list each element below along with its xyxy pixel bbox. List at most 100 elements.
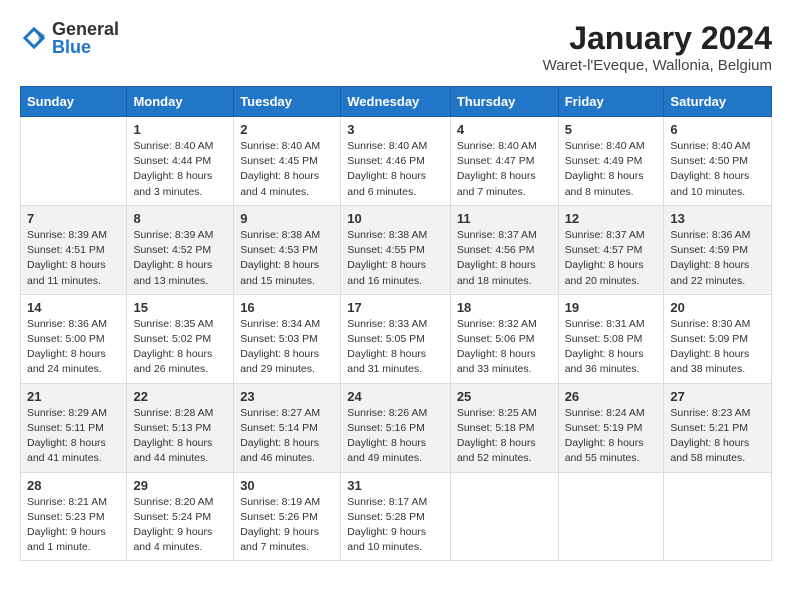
day-info: Sunrise: 8:40 AMSunset: 4:49 PMDaylight:… [565,139,658,200]
calendar-cell: 25 Sunrise: 8:25 AMSunset: 5:18 PMDayligh… [450,383,558,472]
location-text: Waret-l'Eveque, Wallonia, Belgium [543,57,772,74]
day-info: Sunrise: 8:33 AMSunset: 5:05 PMDaylight:… [347,317,444,378]
calendar-cell: 20 Sunrise: 8:30 AMSunset: 5:09 PMDayligh… [664,294,772,383]
weekday-header-wednesday: Wednesday [341,87,451,117]
day-info: Sunrise: 8:30 AMSunset: 5:09 PMDaylight:… [670,317,765,378]
day-info: Sunrise: 8:32 AMSunset: 5:06 PMDaylight:… [457,317,552,378]
day-number: 23 [240,389,334,404]
day-number: 13 [670,211,765,226]
weekday-header-thursday: Thursday [450,87,558,117]
day-info: Sunrise: 8:23 AMSunset: 5:21 PMDaylight:… [670,406,765,467]
page-header: General Blue January 2024 Waret-l'Eveque… [20,20,772,74]
day-number: 28 [27,478,120,493]
calendar-cell [450,472,558,561]
day-number: 7 [27,211,120,226]
day-info: Sunrise: 8:25 AMSunset: 5:18 PMDaylight:… [457,406,552,467]
calendar-cell: 2 Sunrise: 8:40 AMSunset: 4:45 PMDaylight… [234,117,341,206]
day-info: Sunrise: 8:38 AMSunset: 4:53 PMDaylight:… [240,228,334,289]
calendar-cell: 13 Sunrise: 8:36 AMSunset: 4:59 PMDayligh… [664,205,772,294]
calendar-cell: 22 Sunrise: 8:28 AMSunset: 5:13 PMDayligh… [127,383,234,472]
calendar-cell [664,472,772,561]
day-number: 14 [27,300,120,315]
calendar-cell: 23 Sunrise: 8:27 AMSunset: 5:14 PMDayligh… [234,383,341,472]
day-number: 31 [347,478,444,493]
calendar-cell: 16 Sunrise: 8:34 AMSunset: 5:03 PMDayligh… [234,294,341,383]
month-title: January 2024 [543,20,772,57]
calendar-body: 1Sunrise: 8:40 AMSunset: 4:44 PMDaylight… [21,117,772,561]
calendar-cell: 28 Sunrise: 8:21 AMSunset: 5:23 PMDayligh… [21,472,127,561]
calendar-cell: 4Sunrise: 8:40 AMSunset: 4:47 PMDaylight… [450,117,558,206]
day-info: Sunrise: 8:17 AMSunset: 5:28 PMDaylight:… [347,495,444,556]
day-info: Sunrise: 8:39 AMSunset: 4:52 PMDaylight:… [133,228,227,289]
day-info: Sunrise: 8:39 AMSunset: 4:51 PMDaylight:… [27,228,120,289]
day-number: 5 [565,122,658,137]
calendar-cell: 8 Sunrise: 8:39 AMSunset: 4:52 PMDaylight… [127,205,234,294]
weekday-header-sunday: Sunday [21,87,127,117]
calendar-cell: 26 Sunrise: 8:24 AMSunset: 5:19 PMDayligh… [558,383,664,472]
day-info: Sunrise: 8:35 AMSunset: 5:02 PMDaylight:… [133,317,227,378]
day-number: 6 [670,122,765,137]
calendar-cell: 30 Sunrise: 8:19 AMSunset: 5:26 PMDayligh… [234,472,341,561]
day-info: Sunrise: 8:19 AMSunset: 5:26 PMDaylight:… [240,495,334,556]
day-number: 25 [457,389,552,404]
calendar-cell: 24 Sunrise: 8:26 AMSunset: 5:16 PMDayligh… [341,383,451,472]
calendar-cell: 29 Sunrise: 8:20 AMSunset: 5:24 PMDayligh… [127,472,234,561]
day-number: 11 [457,211,552,226]
calendar-cell: 7 Sunrise: 8:39 AMSunset: 4:51 PMDaylight… [21,205,127,294]
day-number: 29 [133,478,227,493]
day-number: 19 [565,300,658,315]
day-info: Sunrise: 8:34 AMSunset: 5:03 PMDaylight:… [240,317,334,378]
calendar-cell: 9 Sunrise: 8:38 AMSunset: 4:53 PMDaylight… [234,205,341,294]
day-info: Sunrise: 8:20 AMSunset: 5:24 PMDaylight:… [133,495,227,556]
day-info: Sunrise: 8:40 AMSunset: 4:46 PMDaylight:… [347,139,444,200]
logo-icon [20,24,48,52]
day-info: Sunrise: 8:40 AMSunset: 4:45 PMDaylight:… [240,139,334,200]
calendar-week-2: 7 Sunrise: 8:39 AMSunset: 4:51 PMDaylight… [21,205,772,294]
title-block: January 2024 Waret-l'Eveque, Wallonia, B… [543,20,772,74]
day-number: 26 [565,389,658,404]
day-number: 3 [347,122,444,137]
calendar-cell: 15 Sunrise: 8:35 AMSunset: 5:02 PMDayligh… [127,294,234,383]
calendar-week-5: 28 Sunrise: 8:21 AMSunset: 5:23 PMDayligh… [21,472,772,561]
calendar-week-3: 14 Sunrise: 8:36 AMSunset: 5:00 PMDayligh… [21,294,772,383]
calendar-cell: 11Sunrise: 8:37 AMSunset: 4:56 PMDayligh… [450,205,558,294]
weekday-header-tuesday: Tuesday [234,87,341,117]
weekday-header-monday: Monday [127,87,234,117]
day-number: 24 [347,389,444,404]
calendar-cell: 19 Sunrise: 8:31 AMSunset: 5:08 PMDayligh… [558,294,664,383]
calendar-cell: 5 Sunrise: 8:40 AMSunset: 4:49 PMDaylight… [558,117,664,206]
logo-general-text: General [52,20,119,38]
weekday-header-row: SundayMondayTuesdayWednesdayThursdayFrid… [21,87,772,117]
calendar-cell [558,472,664,561]
day-info: Sunrise: 8:28 AMSunset: 5:13 PMDaylight:… [133,406,227,467]
day-info: Sunrise: 8:31 AMSunset: 5:08 PMDaylight:… [565,317,658,378]
day-info: Sunrise: 8:29 AMSunset: 5:11 PMDaylight:… [27,406,120,467]
day-number: 16 [240,300,334,315]
calendar-cell: 10Sunrise: 8:38 AMSunset: 4:55 PMDayligh… [341,205,451,294]
day-number: 9 [240,211,334,226]
day-number: 30 [240,478,334,493]
day-info: Sunrise: 8:26 AMSunset: 5:16 PMDaylight:… [347,406,444,467]
calendar-cell: 31 Sunrise: 8:17 AMSunset: 5:28 PMDayligh… [341,472,451,561]
day-number: 12 [565,211,658,226]
logo-text: General Blue [52,20,119,56]
day-info: Sunrise: 8:27 AMSunset: 5:14 PMDaylight:… [240,406,334,467]
day-info: Sunrise: 8:21 AMSunset: 5:23 PMDaylight:… [27,495,120,556]
calendar-cell: 27Sunrise: 8:23 AMSunset: 5:21 PMDayligh… [664,383,772,472]
day-number: 2 [240,122,334,137]
day-number: 20 [670,300,765,315]
day-info: Sunrise: 8:24 AMSunset: 5:19 PMDaylight:… [565,406,658,467]
day-info: Sunrise: 8:36 AMSunset: 4:59 PMDaylight:… [670,228,765,289]
day-number: 15 [133,300,227,315]
calendar-cell: 1Sunrise: 8:40 AMSunset: 4:44 PMDaylight… [127,117,234,206]
day-number: 22 [133,389,227,404]
calendar-header: SundayMondayTuesdayWednesdayThursdayFrid… [21,87,772,117]
day-info: Sunrise: 8:38 AMSunset: 4:55 PMDaylight:… [347,228,444,289]
logo-blue-text: Blue [52,38,119,56]
day-number: 8 [133,211,227,226]
day-info: Sunrise: 8:36 AMSunset: 5:00 PMDaylight:… [27,317,120,378]
calendar-cell: 21Sunrise: 8:29 AMSunset: 5:11 PMDayligh… [21,383,127,472]
day-number: 1 [133,122,227,137]
calendar-cell: 12Sunrise: 8:37 AMSunset: 4:57 PMDayligh… [558,205,664,294]
day-info: Sunrise: 8:40 AMSunset: 4:50 PMDaylight:… [670,139,765,200]
